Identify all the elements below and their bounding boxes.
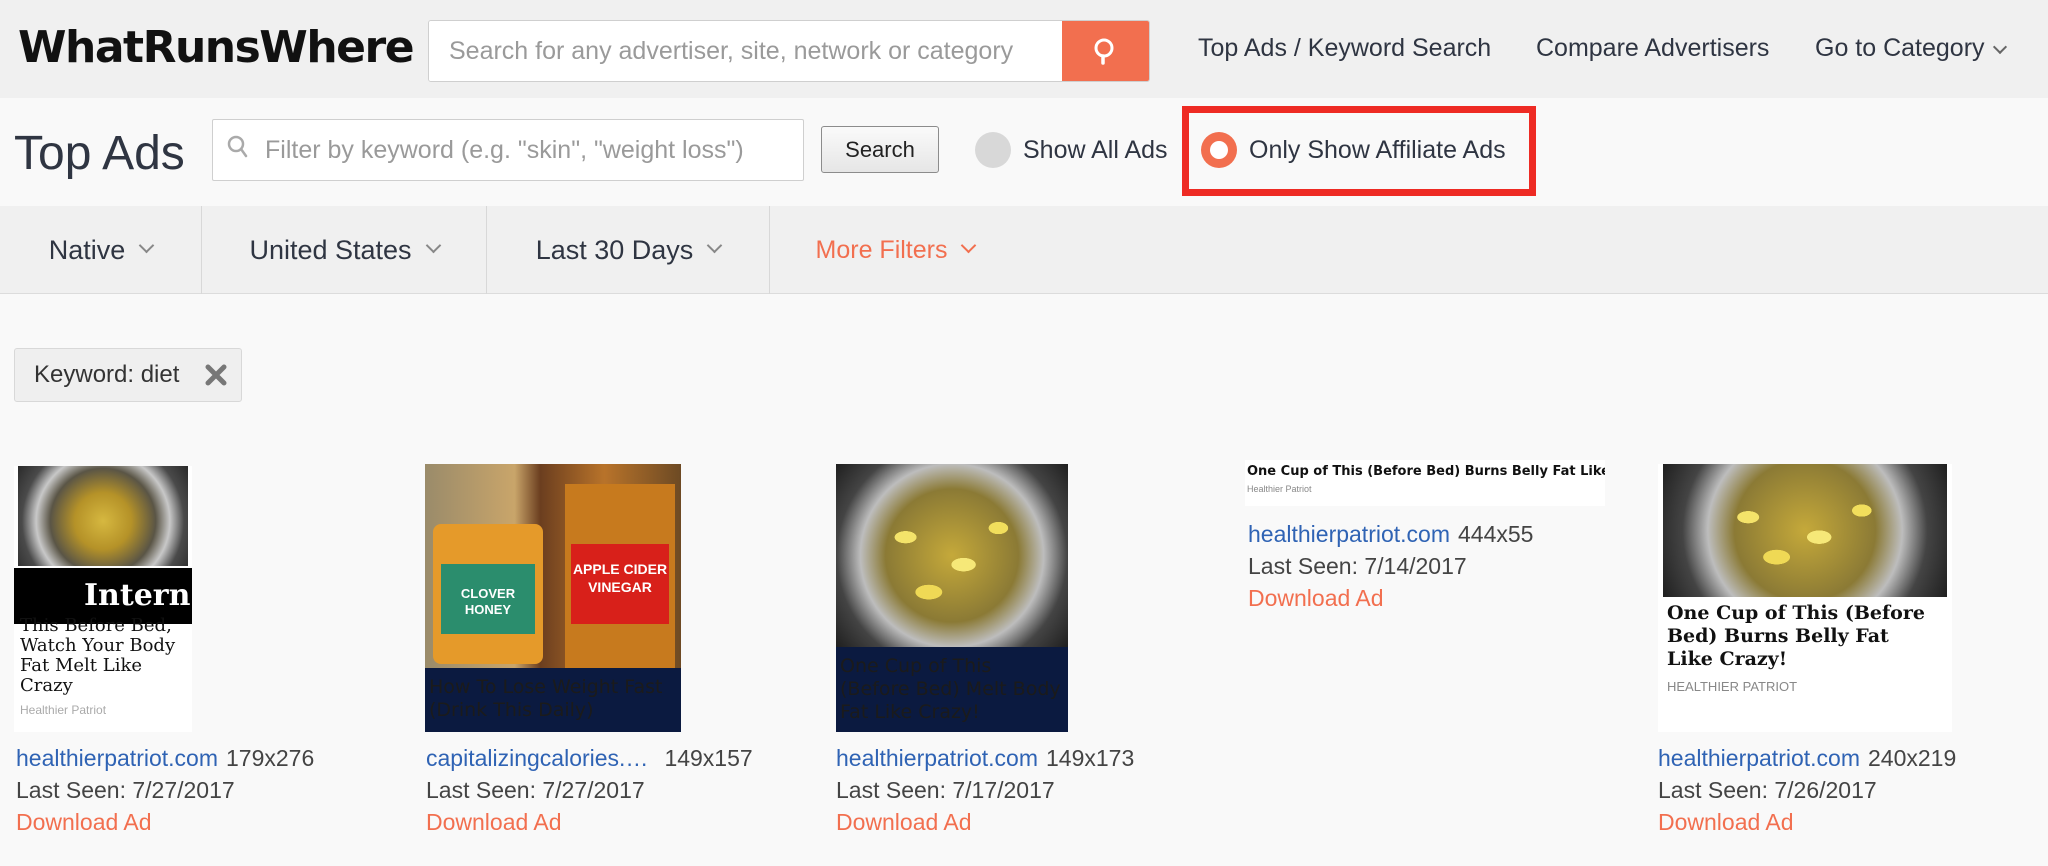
ad-headline: How To Lose Weight Fast (Drink This Dail… (425, 668, 681, 732)
ad-headline: One Cup of This (Before Bed) Melt Body F… (836, 647, 1068, 732)
ad-thumbnail[interactable]: One Cup of This (Before Bed) Burns Belly… (1658, 464, 1952, 732)
top-header: WhatRunsWhere Top Ads / Keyword Search C… (0, 0, 2048, 98)
ad-thumbnail[interactable]: One Cup of This (Before Bed) Burns Belly… (1245, 460, 1605, 506)
keyword-filter-input[interactable] (253, 120, 793, 180)
download-ad-link[interactable]: Download Ad (836, 806, 1134, 838)
tab-ad-type-label: Native (48, 234, 126, 265)
close-icon[interactable] (203, 362, 229, 388)
show-all-ads-label: Show All Ads (1023, 135, 1168, 164)
ad-thumbnail[interactable]: One Cup of This (Before Bed) Melt Body F… (836, 464, 1068, 732)
ad-size: 179x276 (226, 745, 315, 771)
keyword-search-button[interactable]: Search (821, 126, 939, 173)
ad-image (18, 466, 188, 566)
ad-meta: capitalizingcalories.… 149x157 Last Seen:… (426, 742, 753, 838)
ad-source: Healthier Patriot (20, 703, 107, 717)
ad-last-seen: Last Seen: 7/14/2017 (1248, 553, 1467, 579)
keyword-filter (212, 119, 804, 181)
tab-country-label: United States (249, 234, 412, 265)
tab-date-range-label: Last 30 Days (535, 234, 694, 265)
ad-size: 444x55 (1458, 521, 1534, 547)
ad-size: 149x173 (1046, 745, 1135, 771)
tab-country[interactable]: United States (202, 206, 487, 294)
ad-image (836, 464, 1068, 647)
ad-size: 240x219 (1868, 745, 1957, 771)
ad-bottle-honey-label: CLOVER HONEY (441, 564, 535, 634)
ad-last-seen: Last Seen: 7/27/2017 (16, 777, 235, 803)
download-ad-link[interactable]: Download Ad (426, 806, 753, 838)
keyword-filter-chip-label: Keyword: diet (34, 361, 180, 388)
chevron-down-icon (425, 237, 441, 253)
ad-thumbnail[interactable]: CLOVER HONEY APPLE CIDER VINEGAR How To … (425, 464, 681, 732)
nav-go-to-category[interactable]: Go to Category (1815, 34, 2007, 63)
logo[interactable]: WhatRunsWhere (18, 22, 415, 73)
tab-more-filters[interactable]: More Filters (770, 206, 1020, 294)
ad-bottle-honey: CLOVER HONEY (433, 524, 543, 664)
ad-image (1663, 464, 1947, 597)
ad-last-seen: Last Seen: 7/26/2017 (1658, 777, 1877, 803)
ad-last-seen: Last Seen: 7/27/2017 (426, 777, 645, 803)
ad-banner-text: Intern (84, 578, 191, 613)
download-ad-link[interactable]: Download Ad (1248, 582, 1533, 614)
ad-meta: healthierpatriot.com 149x173 Last Seen: 7… (836, 742, 1134, 838)
ad-thumbnail[interactable]: Intern This Before Bed, Watch Your Body … (14, 466, 192, 732)
page-title: Top Ads (14, 127, 185, 180)
ad-domain-link[interactable]: healthierpatriot.com (1248, 521, 1450, 547)
ad-size: 149x157 (664, 745, 753, 771)
ad-source: HEALTHIER PATRIOT (1667, 679, 1798, 694)
nav-go-to-category-label: Go to Category (1815, 34, 1985, 62)
ad-meta: healthierpatriot.com 444x55 Last Seen: 7/… (1248, 518, 1533, 614)
tab-more-filters-label: More Filters (815, 235, 948, 264)
affiliate-ads-radio[interactable] (1201, 132, 1237, 168)
ad-headline: This Before Bed, Watch Your Body Fat Mel… (20, 615, 176, 696)
global-search-input[interactable] (429, 21, 1064, 81)
affiliate-ads-label: Only Show Affiliate Ads (1249, 135, 1506, 164)
tab-ad-type[interactable]: Native (0, 206, 202, 294)
download-ad-link[interactable]: Download Ad (16, 806, 314, 838)
search-icon (1094, 38, 1113, 65)
ad-bottle-vinegar: APPLE CIDER VINEGAR (565, 484, 675, 674)
filter-tabs: Native United States Last 30 Days More F… (0, 206, 2048, 294)
chevron-down-icon (1992, 39, 2007, 55)
chevron-down-icon (707, 237, 723, 253)
nav-compare-advertisers[interactable]: Compare Advertisers (1536, 34, 1769, 63)
ad-source: Healthier Patriot (1247, 484, 1312, 494)
chevron-down-icon (138, 237, 155, 253)
ad-meta: healthierpatriot.com 179x276 Last Seen: 7… (16, 742, 314, 838)
ad-meta: healthierpatriot.com 240x219 Last Seen: 7… (1658, 742, 1956, 838)
ad-domain-link[interactable]: healthierpatriot.com (1658, 745, 1860, 771)
ad-domain-link[interactable]: healthierpatriot.com (16, 745, 218, 771)
show-all-ads-option[interactable]: Show All Ads (975, 132, 1168, 168)
global-search-button[interactable] (1062, 21, 1149, 81)
ad-domain-link[interactable]: capitalizingcalories.… (426, 742, 648, 774)
top-ads-toolbar: Top Ads Search Show All Ads Only Show Af… (0, 98, 2048, 206)
ad-domain-link[interactable]: healthierpatriot.com (836, 745, 1038, 771)
tab-date-range[interactable]: Last 30 Days (487, 206, 770, 294)
ad-headline: One Cup of This (Before Bed) Burns Belly… (1667, 602, 1925, 670)
ad-bottle-vinegar-label: APPLE CIDER VINEGAR (571, 544, 669, 624)
chevron-down-icon (961, 237, 977, 253)
keyword-filter-chip: Keyword: diet (14, 348, 242, 402)
nav-top-ads[interactable]: Top Ads / Keyword Search (1198, 34, 1491, 63)
affiliate-ads-option[interactable]: Only Show Affiliate Ads (1201, 132, 1506, 168)
show-all-ads-radio[interactable] (975, 132, 1011, 168)
download-ad-link[interactable]: Download Ad (1658, 806, 1956, 838)
global-search (428, 20, 1150, 82)
ad-last-seen: Last Seen: 7/17/2017 (836, 777, 1055, 803)
ad-headline: One Cup of This (Before Bed) Burns Belly… (1247, 464, 1605, 479)
search-icon (227, 135, 248, 158)
